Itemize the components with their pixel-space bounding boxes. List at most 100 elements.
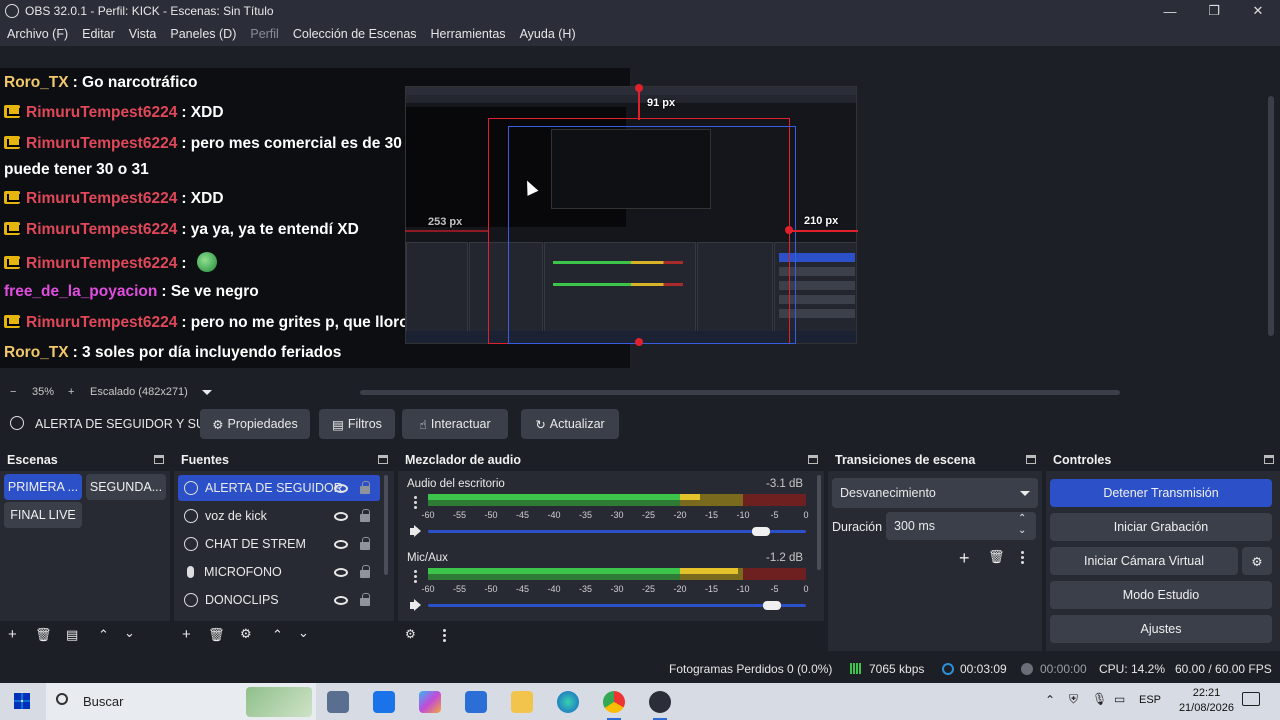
source-item[interactable]: voz de kick — [178, 503, 380, 529]
virtual-camera-settings-button[interactable]: ⚙ — [1242, 547, 1272, 575]
tray-app-icon[interactable]: ⛨ — [1069, 692, 1078, 707]
edge-icon[interactable] — [557, 691, 579, 713]
filters-button[interactable]: ▤ Filtros — [319, 409, 395, 439]
scene-segunda[interactable]: SEGUNDA... — [86, 474, 166, 500]
measure-handle[interactable] — [785, 226, 793, 234]
increment-icon[interactable]: ⌃ — [1018, 513, 1026, 524]
remove-source-icon[interactable]: 🗑 — [208, 628, 225, 641]
outlook-icon[interactable] — [373, 691, 395, 713]
filters-icon[interactable]: ▤ — [66, 628, 78, 641]
stop-stream-button[interactable]: Detener Transmisión — [1050, 479, 1272, 507]
measure-handle[interactable] — [635, 338, 643, 346]
menu-editar[interactable]: Editar — [82, 27, 115, 41]
tray-chevron-icon[interactable]: ⌃ — [1045, 693, 1055, 707]
network-icon[interactable]: ▭ — [1114, 692, 1125, 706]
undock-icon[interactable] — [1026, 455, 1036, 464]
properties-button[interactable]: ⚙ Propiedades — [200, 409, 310, 439]
language-indicator[interactable]: ESP — [1139, 694, 1161, 706]
scene-final-live[interactable]: FINAL LIVE — [4, 502, 82, 528]
move-down-icon[interactable]: ⌄ — [124, 626, 135, 639]
visibility-eye-icon[interactable] — [334, 567, 348, 577]
volume-slider-handle[interactable] — [751, 527, 770, 536]
source-properties-icon[interactable]: ⚙ — [240, 627, 252, 640]
undock-icon[interactable] — [1264, 455, 1274, 464]
transition-menu-icon[interactable] — [1021, 556, 1024, 559]
visibility-eye-icon[interactable] — [334, 511, 348, 521]
menu-coleccion-escenas[interactable]: Colección de Escenas — [293, 27, 417, 41]
volume-slider[interactable] — [428, 604, 806, 607]
menu-archivo[interactable]: Archivo (F) — [7, 27, 68, 41]
menu-paneles[interactable]: Paneles (D) — [170, 27, 236, 41]
source-item[interactable]: MICROFONO — [178, 559, 380, 585]
scene-primera[interactable]: PRIMERA ... — [4, 474, 82, 500]
move-up-icon[interactable]: ⌃ — [98, 628, 109, 641]
copilot-icon[interactable] — [419, 691, 441, 713]
source-item[interactable]: CHAT DE STREM — [178, 531, 380, 557]
measure-handle[interactable] — [635, 84, 643, 92]
advanced-audio-icon[interactable]: ⚙ — [405, 628, 416, 640]
store-icon[interactable] — [465, 691, 487, 713]
add-source-icon[interactable]: + — [182, 627, 191, 642]
speaker-icon[interactable] — [410, 528, 416, 535]
volume-slider-handle[interactable] — [762, 601, 781, 610]
microphone-icon[interactable]: 🎙 — [1092, 692, 1107, 706]
volume-slider[interactable] — [428, 530, 806, 533]
maximize-button[interactable]: ❐ — [1192, 0, 1236, 22]
studio-mode-button[interactable]: Modo Estudio — [1050, 581, 1272, 609]
mixer-scrollbar[interactable] — [817, 475, 821, 570]
duration-input[interactable]: 300 ms ⌃ ⌄ — [886, 512, 1036, 540]
start-virtual-camera-button[interactable]: Iniciar Cámara Virtual — [1050, 547, 1238, 575]
refresh-button[interactable]: ↻ Actualizar — [521, 409, 619, 439]
minimize-button[interactable]: — — [1148, 0, 1192, 22]
scrollbar-thumb[interactable] — [1268, 96, 1274, 336]
lock-icon[interactable] — [360, 509, 370, 522]
lock-icon[interactable] — [360, 593, 370, 606]
source-item[interactable]: DONOCLIPS — [178, 587, 380, 613]
remove-scene-icon[interactable]: 🗑 — [35, 628, 52, 641]
preview-vertical-scrollbar[interactable] — [1262, 46, 1280, 382]
lock-icon[interactable] — [360, 537, 370, 550]
taskbar-clock[interactable]: 22:21 21/08/2026 — [1179, 686, 1234, 716]
sources-scrollbar[interactable] — [384, 475, 388, 575]
visibility-eye-icon[interactable] — [334, 539, 348, 549]
menu-ayuda[interactable]: Ayuda (H) — [520, 27, 576, 41]
channel-menu-icon[interactable] — [414, 501, 417, 504]
windows-start-icon[interactable] — [14, 693, 30, 709]
settings-button[interactable]: Ajustes — [1050, 615, 1272, 643]
remove-transition-icon[interactable]: 🗑 — [988, 550, 1005, 563]
mixer-menu-icon[interactable] — [443, 634, 446, 637]
undock-icon[interactable] — [378, 455, 388, 464]
menu-herramientas[interactable]: Herramientas — [431, 27, 506, 41]
add-scene-icon[interactable]: + — [8, 627, 17, 642]
start-recording-button[interactable]: Iniciar Grabación — [1050, 513, 1272, 541]
decrement-icon[interactable]: ⌄ — [1018, 525, 1026, 536]
visibility-eye-icon[interactable] — [334, 595, 348, 605]
move-up-icon[interactable]: ⌃ — [272, 628, 283, 641]
chrome-icon[interactable] — [603, 691, 625, 720]
zoom-in-button[interactable]: + — [68, 386, 74, 398]
visibility-eye-icon[interactable] — [334, 483, 348, 493]
preview-canvas[interactable]: Roro_TX: Go narcotráfico RimuruTempest622… — [0, 46, 1262, 382]
menu-vista[interactable]: Vista — [129, 27, 157, 41]
interact-button[interactable]: ☝ Interactuar — [402, 409, 508, 439]
chat-message-text: : pero no me grites p, que lloro — [181, 314, 409, 331]
move-down-icon[interactable]: ⌄ — [298, 626, 309, 639]
zoom-out-button[interactable]: − — [10, 386, 16, 398]
file-explorer-icon[interactable] — [511, 691, 533, 713]
scale-dropdown-icon[interactable] — [202, 390, 212, 395]
lock-icon[interactable] — [360, 481, 370, 494]
speaker-icon[interactable] — [410, 602, 416, 609]
notifications-icon[interactable] — [1242, 692, 1260, 706]
taskbar-search[interactable]: Buscar — [46, 683, 316, 720]
channel-menu-icon[interactable] — [414, 575, 417, 578]
close-button[interactable]: ✕ — [1236, 0, 1280, 22]
undock-icon[interactable] — [154, 455, 164, 464]
undock-icon[interactable] — [808, 455, 818, 464]
add-transition-icon[interactable]: + — [959, 549, 970, 567]
source-item[interactable]: ALERTA DE SEGUIDOR — [178, 475, 380, 501]
preview-horizontal-scrollbar[interactable] — [360, 390, 1120, 395]
obs-taskbar-icon[interactable] — [649, 691, 671, 720]
task-view-icon[interactable] — [327, 691, 349, 713]
lock-icon[interactable] — [360, 565, 370, 578]
transition-select[interactable]: Desvanecimiento — [832, 478, 1038, 508]
